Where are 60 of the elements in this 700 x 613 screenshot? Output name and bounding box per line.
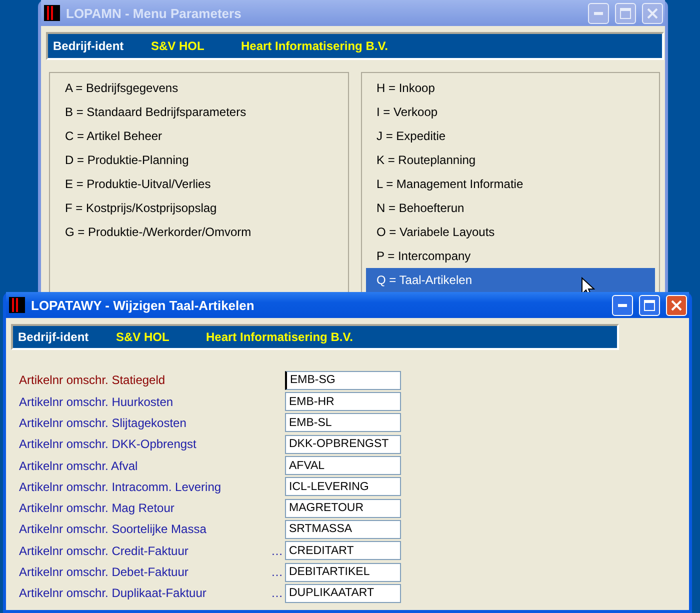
company-name: Heart Informatisering B.V.	[241, 39, 388, 53]
menu-item[interactable]: D = Produktie-Planning	[54, 148, 344, 172]
menu-item[interactable]: E = Produktie-Uitval/Verlies	[54, 172, 344, 196]
menu-item[interactable]: B = Standaard Bedrijfsparameters	[54, 100, 344, 124]
lookup-link[interactable]: …	[271, 544, 285, 558]
input-field[interactable]: MAGRETOUR	[285, 498, 401, 518]
close-button[interactable]	[666, 294, 687, 316]
window-title: LOPAMN - Menu Parameters	[66, 6, 242, 20]
menu-item[interactable]: C = Artikel Beheer	[54, 124, 344, 148]
input-field[interactable]: EMB-SL	[285, 413, 401, 432]
maximize-button[interactable]	[639, 294, 660, 316]
field-label: Artikelnr omschr. DKK-Opbrengst	[19, 437, 198, 452]
input-field[interactable]: EMB-HR	[285, 392, 401, 412]
input-field[interactable]: EMB-SG	[285, 370, 401, 390]
menu-item[interactable]: K = Routeplanning	[366, 148, 655, 172]
company-code: S&V HOL	[116, 330, 170, 344]
menu-item[interactable]: G = Produktie-/Werkorder/Omvorm	[54, 220, 344, 244]
field-label: Artikelnr omschr. Statiegeld	[19, 373, 166, 388]
ident-label: Bedrijf-ident	[53, 39, 125, 53]
field-label: Artikelnr omschr. Huurkosten	[19, 394, 174, 409]
menu-item[interactable]: O = Variabele Layouts	[366, 220, 655, 244]
menu-item[interactable]: L = Management Informatie	[366, 172, 655, 196]
company-name: Heart Informatisering B.V.	[206, 330, 353, 344]
menu-item[interactable]: N = Behoefterun	[366, 196, 655, 220]
field-label: Artikelnr omschr. Slijtagekosten	[19, 416, 188, 430]
app-icon	[9, 297, 25, 313]
menu-item[interactable]: I = Verkoop	[366, 100, 655, 124]
menu-item[interactable]: J = Expeditie	[366, 124, 655, 148]
window-title: LOPATAWY - Wijzigen Taal-Artikelen	[31, 298, 256, 312]
field-label: Artikelnr omschr. Mag Retour	[19, 501, 176, 516]
field-label: Artikelnr omschr. Afval	[19, 458, 139, 473]
lookup-link[interactable]: …	[271, 586, 285, 600]
minimize-button[interactable]	[612, 294, 633, 316]
close-icon	[671, 300, 682, 310]
input-field[interactable]: DKK-OPBRENGST	[285, 434, 401, 454]
ident-label: Bedrijf-ident	[18, 330, 90, 344]
field-label: Artikelnr omschr. Credit-Faktuur	[19, 544, 190, 558]
input-field[interactable]: AFVAL	[285, 456, 401, 476]
input-field[interactable]: DUPLIKAATART	[285, 584, 401, 603]
minimize-icon	[594, 12, 603, 14]
menu-item[interactable]: P = Intercompany	[366, 244, 655, 268]
input-field[interactable]: DEBITARTIKEL	[285, 562, 401, 582]
minimize-icon	[618, 304, 627, 306]
field-label: Artikelnr omschr. Intracomm. Levering	[19, 480, 222, 494]
input-field[interactable]: CREDITART	[285, 541, 401, 560]
field-label: Artikelnr omschr. Debet-Faktuur	[19, 565, 190, 580]
input-field[interactable]: SRTMASSA	[285, 520, 401, 539]
lookup-link[interactable]: …	[271, 565, 285, 580]
company-code: S&V HOL	[151, 39, 206, 53]
maximize-icon	[644, 300, 655, 310]
input-field[interactable]: ICL-LEVERING	[285, 477, 401, 496]
menu-item[interactable]: Q = Taal-Artikelen	[366, 268, 655, 292]
menu-item[interactable]: H = Inkoop	[366, 76, 655, 100]
app-icon	[44, 5, 60, 21]
maximize-icon	[620, 8, 631, 18]
menu-item[interactable]: F = Kostprijs/Kostprijsopslag	[54, 196, 344, 220]
menu-item[interactable]: A = Bedrijfsgegevens	[54, 76, 344, 100]
field-label: Artikelnr omschr. Soortelijke Massa	[19, 522, 208, 536]
field-label: Artikelnr omschr. Duplikaat-Faktuur	[19, 586, 208, 600]
close-icon	[647, 8, 658, 18]
